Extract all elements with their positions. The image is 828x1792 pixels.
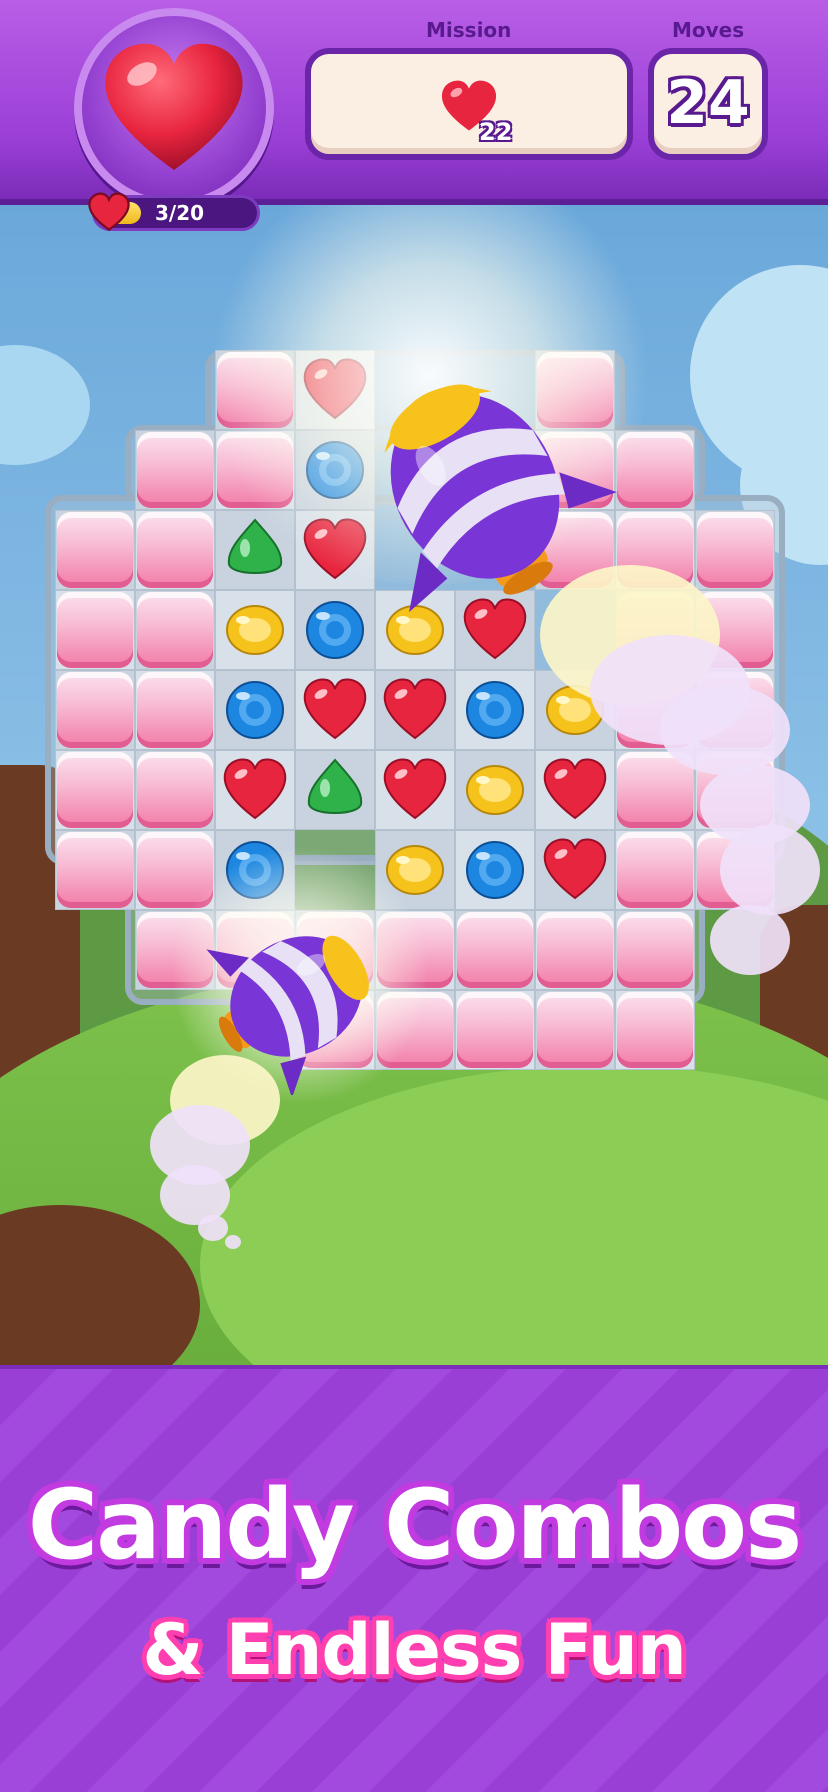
marshmallow-blocker[interactable] [137,672,213,748]
marshmallow-blocker[interactable] [697,512,773,588]
red-heart-candy[interactable] [215,750,295,830]
moves-count: 24 [666,68,750,138]
red-heart-icon [223,758,287,820]
blue-round-candy[interactable] [215,670,295,750]
yellow-lemon-icon [226,605,284,655]
red-heart-candy[interactable] [535,750,615,830]
yellow-lemon-icon [466,765,524,815]
red-heart-icon [383,758,447,820]
goal-heart-medal [74,8,274,208]
marshmallow-blocker[interactable] [137,512,213,588]
red-heart-candy[interactable] [375,750,455,830]
marshmallow-blocker[interactable] [57,512,133,588]
marshmallow-blocker[interactable] [457,992,533,1068]
smoke-puff [710,905,790,975]
marshmallow-blocker[interactable] [137,752,213,828]
banner-subtitle: & Endless Fun [142,1609,686,1691]
blue-round-icon [226,681,284,739]
marshmallow-blocker[interactable] [137,592,213,668]
green-drop-candy[interactable] [295,750,375,830]
yellow-lemon-candy[interactable] [215,590,295,670]
smoke-puff [225,1235,241,1249]
rocket-booster[interactable] [190,905,390,1095]
red-heart-icon [383,678,447,740]
heart-icon [88,192,130,232]
red-heart-candy[interactable] [535,830,615,910]
marshmallow-blocker[interactable] [57,832,133,908]
blue-round-icon [466,841,524,899]
yellow-lemon-candy[interactable] [455,750,535,830]
blue-round-icon [466,681,524,739]
red-heart-candy[interactable] [375,670,455,750]
red-heart-icon [303,678,367,740]
moves-box: 24 [648,48,768,160]
marshmallow-blocker[interactable] [617,912,693,988]
mission-count: 22 [479,118,513,146]
smoke-puff [720,825,820,915]
marshmallow-blocker[interactable] [537,912,613,988]
promo-banner: Candy Combos & Endless Fun [0,1365,828,1792]
mission-label: Mission [426,18,512,42]
rocket-booster[interactable] [340,365,620,625]
blue-round-candy[interactable] [455,670,535,750]
banner-title: Candy Combos [27,1469,803,1581]
heart-icon [105,43,243,170]
marshmallow-blocker[interactable] [617,992,693,1068]
game-scene [0,205,828,1365]
mission-box: 22 [305,48,633,160]
red-heart-icon [543,758,607,820]
green-drop-icon [307,758,363,814]
marshmallow-blocker[interactable] [457,912,533,988]
marshmallow-blocker[interactable] [137,432,213,508]
marshmallow-blocker[interactable] [537,992,613,1068]
marshmallow-blocker[interactable] [57,592,133,668]
marshmallow-blocker[interactable] [57,672,133,748]
marshmallow-blocker[interactable] [57,752,133,828]
goal-progress-text: 3/20 [155,201,205,225]
marshmallow-blocker[interactable] [617,832,693,908]
moves-label: Moves [672,18,745,42]
smoke-puff [198,1215,228,1241]
red-heart-icon [543,838,607,900]
goal-progress-bar: 3/20 [88,192,260,232]
smoke-puff [660,685,790,775]
red-heart-candy[interactable] [295,670,375,750]
top-hud: 3/20 Mission 22 Moves 24 [0,0,828,232]
blue-round-candy[interactable] [455,830,535,910]
